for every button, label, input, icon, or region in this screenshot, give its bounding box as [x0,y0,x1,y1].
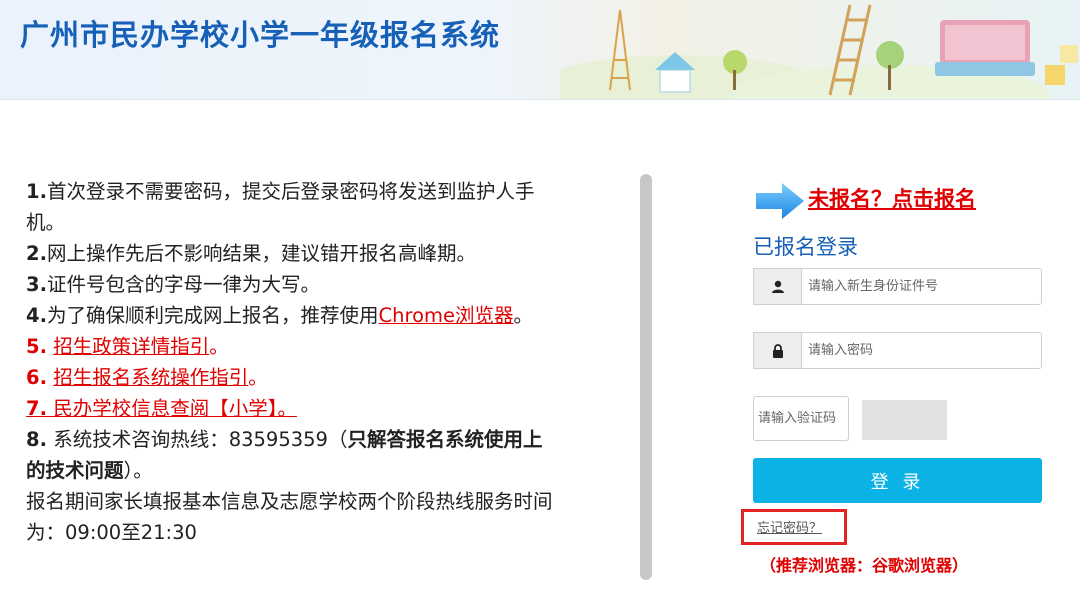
register-row: 未报名？点击报名 [754,180,1054,222]
note-3: 3.证件号包含的字母一律为大写。 [26,273,320,296]
register-link[interactable]: 未报名？点击报名 [808,183,976,213]
login-title: 已报名登录 [753,235,858,259]
id-field-group [753,268,1043,305]
captcha-image[interactable] [862,400,947,440]
note-4: 4.为了确保顺利完成网上报名，推荐使用Chrome浏览器。 [26,304,534,327]
login-button[interactable]: 登 录 [753,458,1042,503]
user-icon [753,268,801,305]
instructions-list: 1.首次登录不需要密码，提交后登录密码将发送到监护人手机。 2.网上操作先后不影… [26,176,556,548]
banner-illustration [560,4,1078,99]
header-banner: 广州市民办学校小学一年级报名系统 [0,0,1080,100]
scrollbar-divider[interactable] [640,174,652,580]
note-1: 1.首次登录不需要密码，提交后登录密码将发送到监护人手机。 [26,180,535,234]
captcha-input[interactable] [753,396,849,441]
note-6: 6. 招生报名系统操作指引。 [26,366,268,389]
password-field-group [753,332,1043,369]
note-5: 5. 招生政策详情指引。 [26,335,229,358]
forgot-password-link[interactable]: 忘记密码？ [757,517,822,536]
chrome-browser-link[interactable]: Chrome浏览器 [379,304,514,327]
policy-guide-link[interactable]: 招生政策详情指引 [53,335,209,358]
lock-icon [753,332,801,369]
system-guide-link[interactable]: 招生报名系统操作指引 [53,366,248,389]
password-input[interactable] [801,332,1042,369]
site-title: 广州市民办学校小学一年级报名系统 [20,18,501,52]
arrow-right-icon [756,183,804,219]
browser-recommendation: （推荐浏览器：谷歌浏览器） [760,556,969,575]
school-info-link[interactable]: 7. 民办学校信息查阅【小学】。 [26,397,297,420]
note-7: 7. 民办学校信息查阅【小学】。 [26,393,556,424]
note-8: 8. 系统技术咨询热线：83595359（只解答报名系统使用上的技术问题）。 [26,428,543,482]
note-2: 2.网上操作先后不影响结果，建议错开报名高峰期。 [26,242,476,265]
note-hotline-hours: 报名期间家长填报基本信息及志愿学校两个阶段热线服务时间为：09:00至21:30 [26,490,553,544]
id-number-input[interactable] [801,268,1042,305]
